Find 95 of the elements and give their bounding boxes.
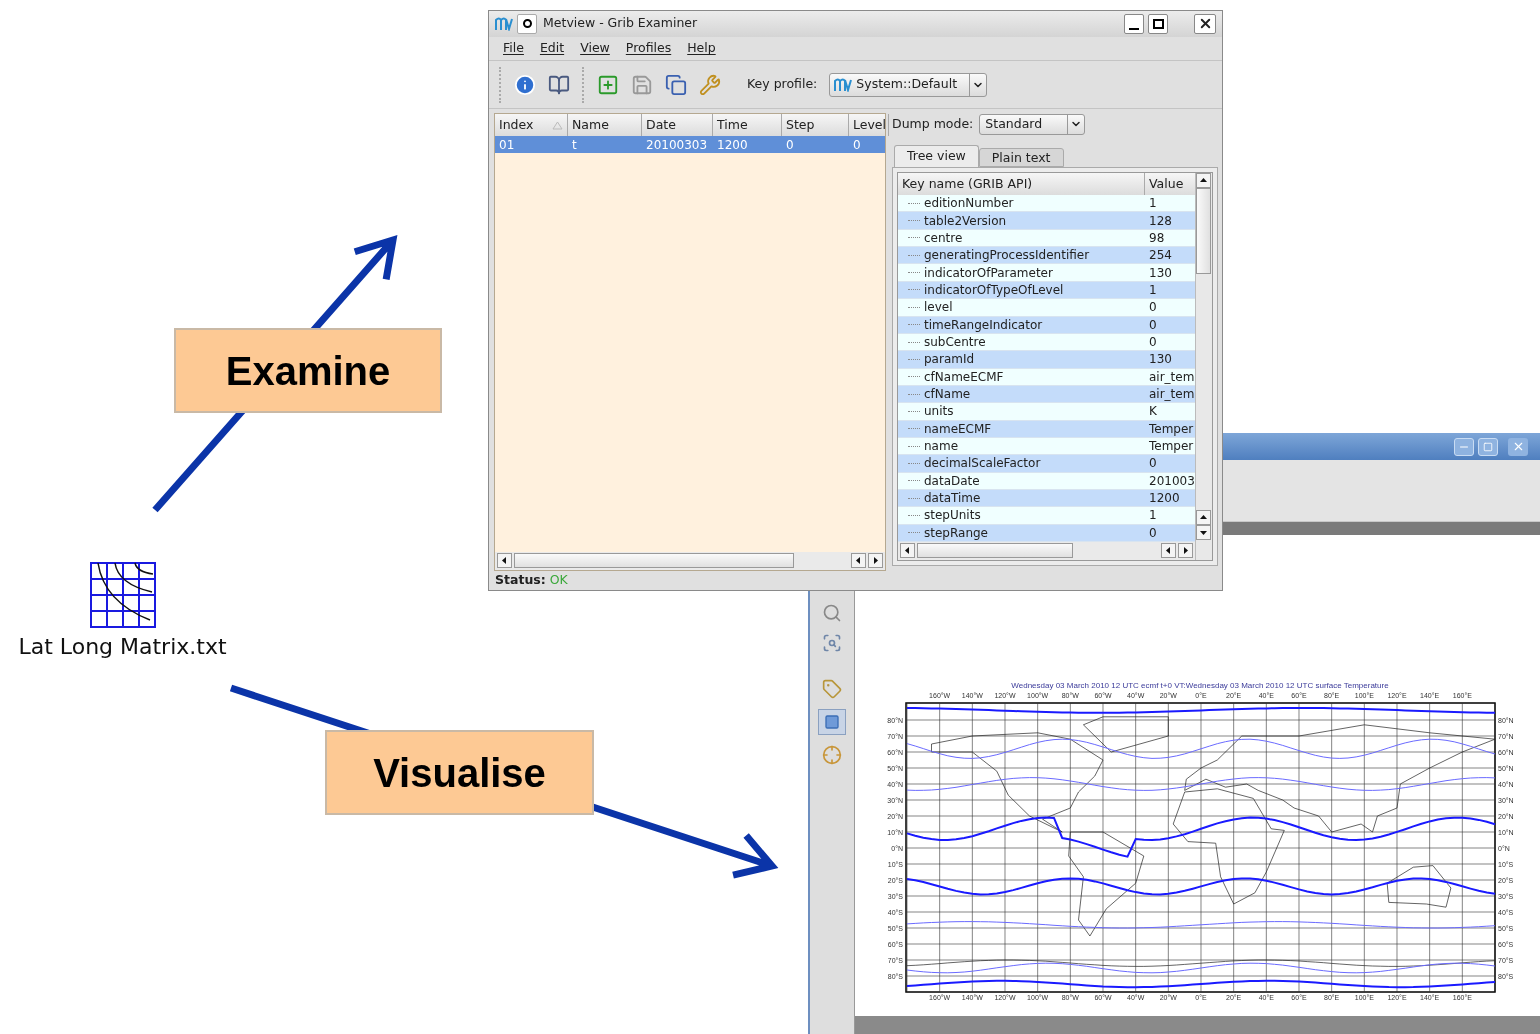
tree-value: 128 xyxy=(1148,212,1172,230)
tree-value: 0 xyxy=(1148,524,1157,542)
tree-value: air_tem xyxy=(1148,368,1195,386)
zoom-area-icon[interactable] xyxy=(822,633,842,653)
key-profile-dropdown[interactable]: System::Default xyxy=(829,72,988,97)
menu-item[interactable]: Edit xyxy=(539,39,565,58)
tab[interactable]: Tree view xyxy=(894,145,979,168)
scroll-arrow-button[interactable] xyxy=(1177,543,1193,559)
dump-mode-label: Dump mode: xyxy=(892,114,974,133)
table-cell-text: 0 xyxy=(852,136,862,154)
profile-logo-icon xyxy=(834,77,853,92)
examine-label: Examine xyxy=(174,328,442,413)
table-cell-text: t xyxy=(571,136,578,154)
maximize-icon xyxy=(1483,441,1493,452)
tree-key[interactable]: table2Version xyxy=(924,211,1007,230)
column-header[interactable]: Value xyxy=(1145,173,1195,196)
tree-value: 130 xyxy=(1148,264,1172,282)
tree-key[interactable]: dataTime xyxy=(924,489,981,508)
grid-file-icon xyxy=(89,562,156,628)
tree-key[interactable]: units xyxy=(924,402,954,421)
table-cell-text: 0 xyxy=(785,136,795,154)
tree-value: 130 xyxy=(1148,351,1172,369)
tree-key[interactable]: name xyxy=(924,437,959,456)
menu-item[interactable]: File xyxy=(503,39,524,58)
sort-arrow-icon xyxy=(552,120,563,130)
key-profile-label: Key profile: xyxy=(747,75,818,94)
file-name: Lat Long Matrix.txt xyxy=(18,633,227,661)
maximize-button[interactable] xyxy=(1148,13,1168,34)
layer-icon xyxy=(824,714,840,730)
tree-key[interactable]: stepUnits xyxy=(924,506,981,525)
window-menu-button[interactable] xyxy=(517,13,537,34)
app-logo-icon xyxy=(495,16,513,31)
tree-key[interactable]: decimalScaleFactor xyxy=(924,454,1041,473)
scrollbar-handle[interactable] xyxy=(1196,188,1212,275)
scroll-arrow-button[interactable] xyxy=(900,543,915,559)
scroll-arrow-button[interactable] xyxy=(1196,509,1212,525)
tree-value: K xyxy=(1148,403,1157,421)
tree-key[interactable]: nameECMF xyxy=(924,419,992,438)
tree-value: 0 xyxy=(1148,316,1157,334)
windows-icon[interactable] xyxy=(665,73,687,96)
window-title: Metview - Grib Examiner xyxy=(543,14,698,33)
zoom-icon[interactable] xyxy=(822,603,842,623)
dump-mode-dropdown[interactable]: Standard xyxy=(979,113,1086,135)
status-label: Status: xyxy=(495,571,546,590)
tree-key[interactable]: subCentre xyxy=(924,333,986,351)
tree-value: 1200 xyxy=(1148,490,1180,508)
add-icon[interactable] xyxy=(597,73,619,96)
tree-value: 1 xyxy=(1148,195,1157,213)
tree-key[interactable]: indicatorOfParameter xyxy=(924,263,1053,282)
tree-key[interactable]: level xyxy=(924,298,953,317)
book-icon[interactable] xyxy=(548,73,570,96)
triangle-icon xyxy=(500,556,509,566)
tree-value: 0 xyxy=(1148,455,1157,473)
visualise-label: Visualise xyxy=(325,730,594,815)
scroll-arrow-button[interactable] xyxy=(1160,543,1176,559)
table-cell-text: 01 xyxy=(498,136,516,154)
tree-value: 1 xyxy=(1148,507,1157,525)
status-value: OK xyxy=(549,571,568,590)
scroll-arrow-button[interactable] xyxy=(497,553,512,569)
minimize-button[interactable] xyxy=(1124,13,1144,34)
menu-item[interactable]: Help xyxy=(687,39,716,58)
table-cell-text: 1200 xyxy=(716,136,749,154)
tree-key[interactable]: centre xyxy=(924,228,963,247)
tree-key[interactable]: indicatorOfTypeOfLevel xyxy=(924,281,1064,299)
tree-key[interactable]: timeRangeIndicator xyxy=(924,315,1043,334)
menu-item[interactable]: View xyxy=(580,39,610,58)
scrollbar-handle[interactable] xyxy=(917,543,1073,559)
table-cell-text: 20100303 xyxy=(645,136,709,154)
scroll-arrow-button[interactable] xyxy=(868,553,883,569)
tree-value: 0 xyxy=(1148,334,1157,351)
tree-key[interactable]: cfName xyxy=(924,385,971,404)
tree-key[interactable]: stepRange xyxy=(924,523,988,542)
close-button[interactable] xyxy=(1194,13,1216,34)
tree-value: 201003 xyxy=(1148,472,1195,490)
tree-value: 254 xyxy=(1148,247,1172,265)
tree-value: Temper xyxy=(1148,438,1194,456)
info-icon[interactable] xyxy=(514,73,536,96)
tree-key[interactable]: dataDate xyxy=(924,471,980,490)
tree-key[interactable]: paramId xyxy=(924,350,975,369)
scroll-arrow-button[interactable] xyxy=(851,553,866,569)
tree-key[interactable]: editionNumber xyxy=(924,194,1014,213)
map-title: Wednesday 03 March 2010 12 UTC ecmf t+0 VT:Wednesday 03 March 2010 12 UTC surface Temperature xyxy=(1010,680,1390,692)
triangle-icon xyxy=(903,546,912,556)
tree-key[interactable]: cfNameECMF xyxy=(924,367,1004,386)
tree-value: 0 xyxy=(1148,299,1157,317)
tree-value: air_tem xyxy=(1148,386,1195,404)
tree-value: 98 xyxy=(1148,229,1165,247)
tree-value: Temper xyxy=(1148,420,1194,438)
menu-item[interactable]: Profiles xyxy=(625,39,672,58)
scrollbar-handle[interactable] xyxy=(514,553,794,569)
tree-value: 1 xyxy=(1148,282,1157,299)
layer-button[interactable] xyxy=(818,709,846,735)
scroll-arrow-button[interactable] xyxy=(1196,173,1212,189)
tab[interactable]: Plain text xyxy=(978,148,1064,168)
tree-key[interactable]: generatingProcessIdentifier xyxy=(924,246,1090,265)
